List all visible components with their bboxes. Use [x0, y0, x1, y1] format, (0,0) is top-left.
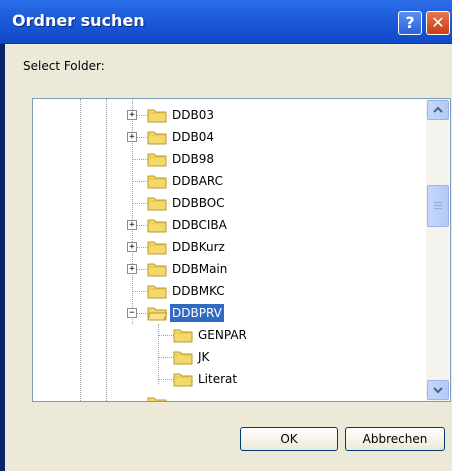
- dialog-body: Select Folder: + DDB03 + DDB04 DDB98 DDB…: [5, 44, 452, 471]
- folder-icon: [147, 263, 167, 277]
- expand-icon[interactable]: +: [127, 110, 137, 120]
- expand-icon[interactable]: +: [127, 132, 137, 142]
- collapse-icon[interactable]: −: [127, 308, 137, 318]
- tree-item-label: JK: [198, 350, 210, 364]
- folder-icon: [147, 219, 167, 233]
- tree-item-label: DDB98: [172, 152, 214, 166]
- tree-item-label: DDB03: [172, 108, 214, 122]
- cancel-button[interactable]: Abbrechen: [345, 427, 445, 451]
- expand-icon[interactable]: +: [127, 264, 137, 274]
- folder-tree[interactable]: + DDB03 + DDB04 DDB98 DDBARC DDBBOC + DD…: [32, 98, 451, 402]
- scroll-up-button[interactable]: [427, 100, 449, 120]
- folder-icon: [173, 351, 193, 365]
- expand-icon[interactable]: +: [127, 220, 137, 230]
- scroll-thumb[interactable]: [427, 185, 449, 227]
- folder-browse-dialog: Ordner suchen ? ✕ Select Folder: + DDB03: [0, 0, 452, 471]
- tree-line: [158, 324, 159, 384]
- scroll-down-button[interactable]: [427, 380, 449, 400]
- tree-item-label: GENPAR: [198, 328, 247, 342]
- expand-icon[interactable]: +: [127, 242, 137, 252]
- tree-item-label: DDBARC: [172, 174, 224, 188]
- chevron-down-icon: [433, 387, 443, 394]
- folder-icon: [173, 373, 193, 387]
- select-folder-label: Select Folder:: [23, 59, 105, 73]
- close-button[interactable]: ✕: [426, 11, 450, 35]
- tree-item-label: Literat: [198, 372, 238, 386]
- chevron-up-icon: [433, 106, 443, 113]
- folder-icon: [147, 153, 167, 167]
- folder-icon: [173, 329, 193, 343]
- tree-item-label: DDBMKC: [172, 284, 225, 298]
- folder-icon: [147, 131, 167, 145]
- folder-icon: [147, 397, 167, 401]
- ok-button[interactable]: OK: [240, 427, 338, 451]
- tree-line: [80, 99, 81, 401]
- folder-icon: [147, 175, 167, 189]
- vertical-scrollbar[interactable]: [426, 99, 449, 401]
- close-icon: ✕: [431, 13, 445, 32]
- folder-icon: [147, 109, 167, 123]
- folder-icon: [147, 197, 167, 211]
- tree-item-label: DDBCIBA: [172, 218, 227, 232]
- help-icon: ?: [405, 13, 415, 32]
- folder-icon: [147, 285, 167, 299]
- tree-item-label: DDBKurz: [172, 240, 225, 254]
- tree-item-label: DDB04: [172, 130, 214, 144]
- open-folder-icon: [147, 307, 167, 321]
- tree-item-label: DDBMain: [172, 262, 228, 276]
- tree-item-label: DDBPRV: [169, 303, 225, 323]
- folder-icon: [147, 241, 167, 255]
- help-button[interactable]: ?: [398, 11, 422, 35]
- title-bar[interactable]: Ordner suchen ? ✕: [0, 0, 452, 44]
- tree-line: [106, 99, 107, 401]
- dialog-title: Ordner suchen: [12, 11, 145, 30]
- tree-item-label: DDBBOC: [172, 196, 225, 210]
